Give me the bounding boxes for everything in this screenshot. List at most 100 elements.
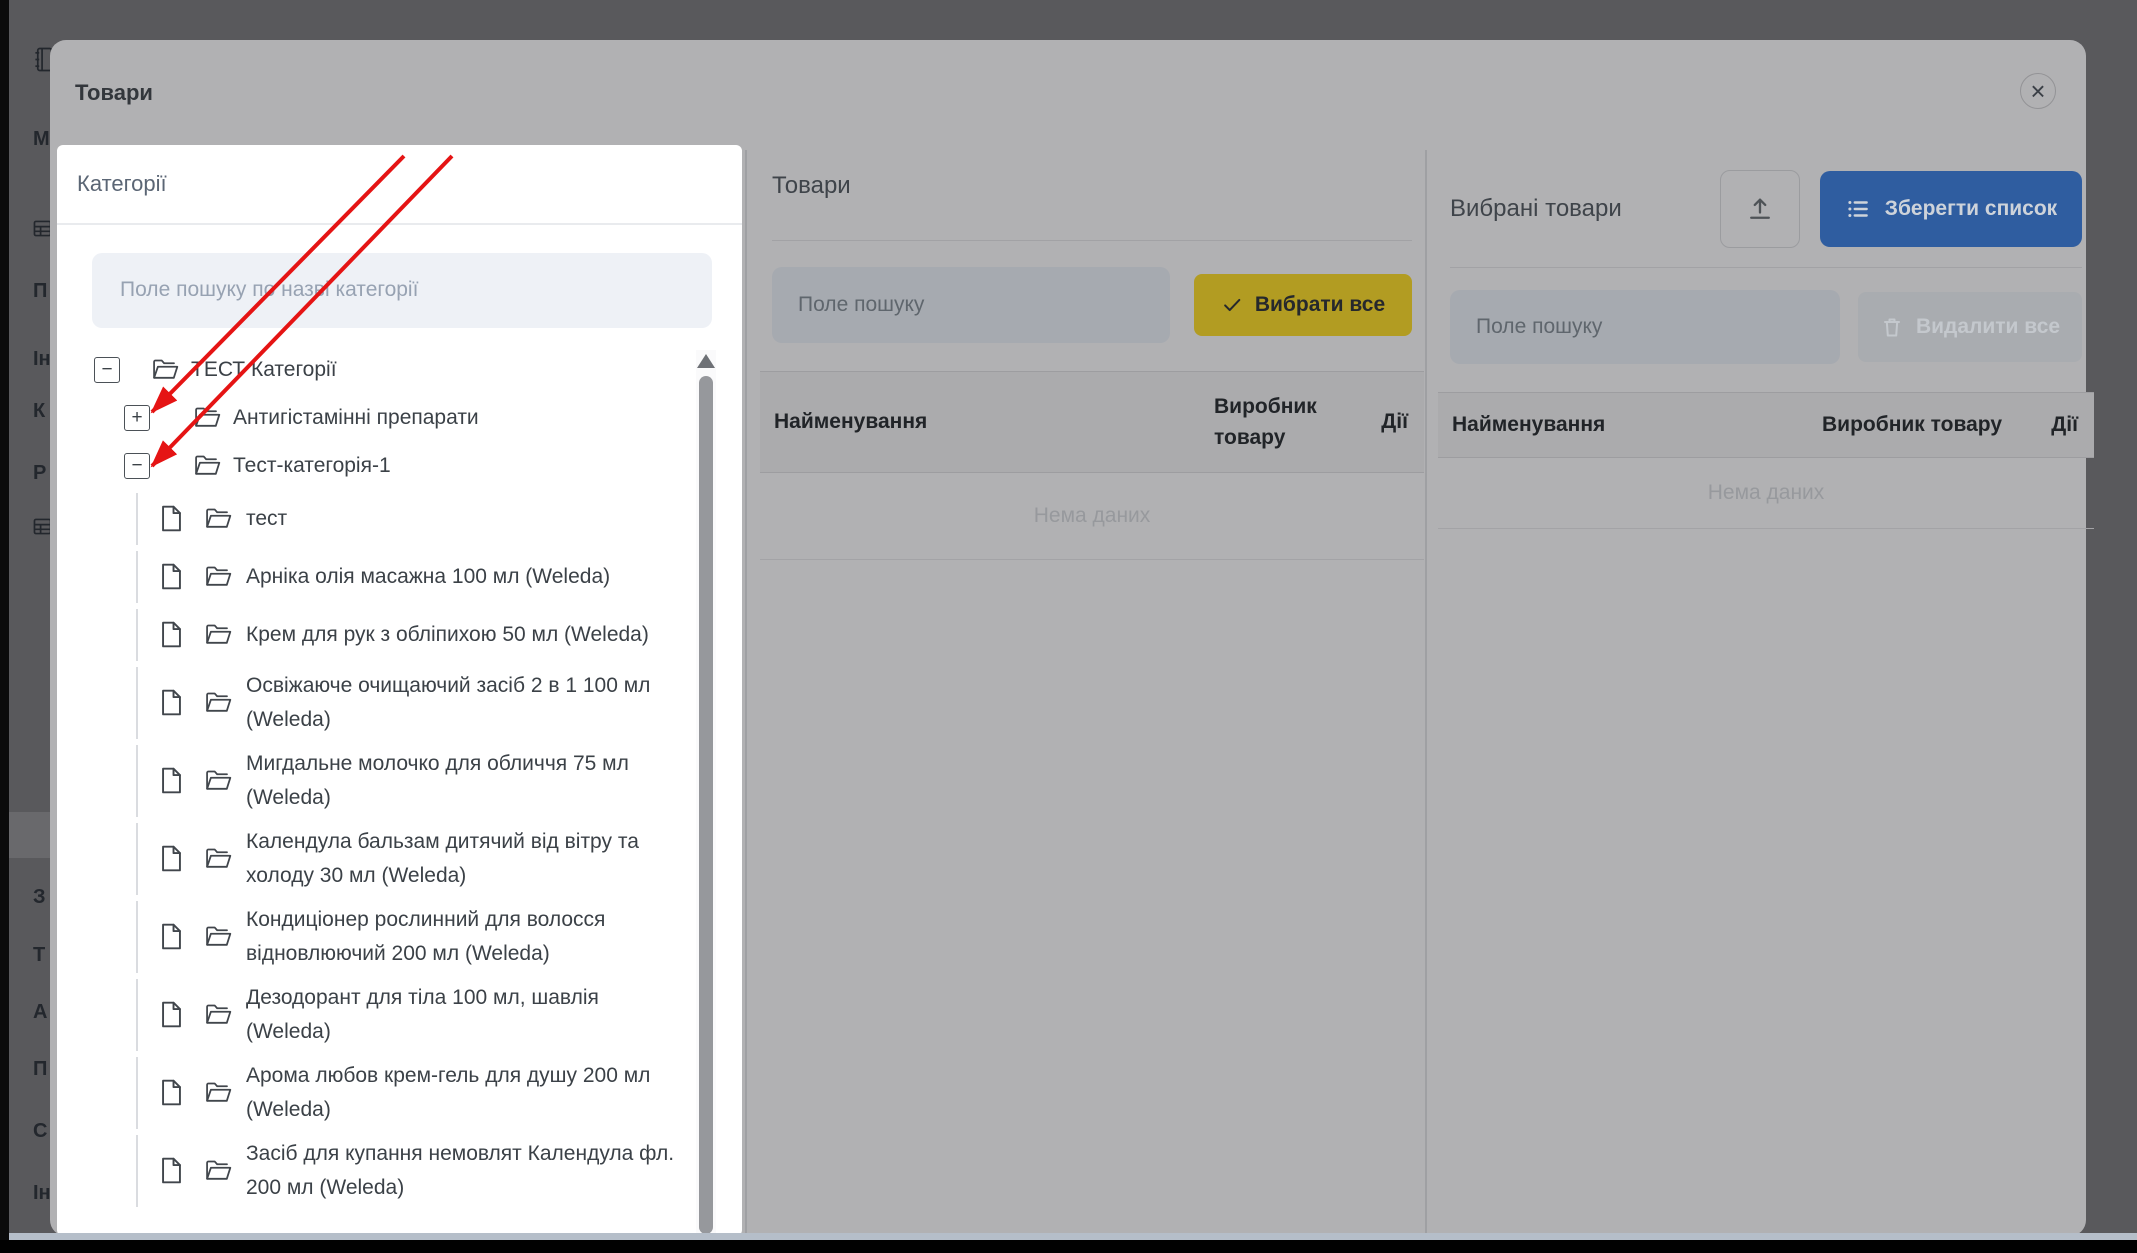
categories-panel: Категорії − ТЕСТ Категорії + Антигістамінні… [57,145,742,1236]
category-label: тест [246,502,287,536]
column-name: Найменування [760,410,1214,434]
backdrop-menu-item: П [33,1058,47,1081]
folder-open-icon [205,769,232,792]
category-tree-leaf[interactable]: Календула бальзам дитячий від вітру та х… [94,820,682,898]
column-manufacturer: Виробник товару [1214,391,1342,453]
column-manufacturer: Виробник товару [1822,413,2022,437]
select-all-button[interactable]: Вибрати все [1194,274,1412,336]
selected-table-header: Найменування Виробник товару Дії [1438,392,2094,458]
backdrop-menu-item: Ін [33,348,51,371]
category-tree-branch[interactable]: + Антигістамінні препарати [94,394,682,442]
backdrop-menu-item: Р [33,462,46,485]
divider [772,240,1412,241]
expand-icon[interactable]: + [124,405,150,431]
modal-title: Товари [75,80,153,106]
categories-title: Категорії [77,171,722,197]
products-search-input[interactable] [772,267,1170,343]
category-tree-leaf[interactable]: тест [94,490,682,548]
category-label: Антигістамінні препарати [233,406,479,430]
backdrop-menu-item: А [33,1001,47,1024]
category-tree-leaf[interactable]: Засіб для купання немовлят Календула фл.… [94,1132,682,1210]
categories-search-input[interactable] [92,253,712,328]
file-icon [160,505,183,532]
products-panel: Товари Вибрати все Найменування Виробник… [747,150,1425,1236]
save-list-label: Зберегти список [1885,197,2057,221]
file-icon [160,1079,183,1106]
category-label: ТЕСТ Категорії [191,358,337,382]
products-title: Товари [772,172,1412,200]
file-icon [160,621,183,648]
file-icon [160,563,183,590]
category-label: Кондиціонер рослинний для волосся віднов… [246,903,682,971]
close-icon: × [2030,78,2045,104]
category-tree-leaf[interactable]: Крем для рук з обліпихою 50 мл (Weleda) [94,606,682,664]
category-label: Освіжаюче очищаючий засіб 2 в 1 100 мл (… [246,669,682,737]
screen-edge [0,1240,2137,1253]
category-label: Крем для рук з обліпихою 50 мл (Weleda) [246,618,649,652]
delete-all-button: Видалити все [1858,292,2082,362]
backdrop-menu-item: П [33,280,47,303]
file-icon [160,845,183,872]
folder-open-icon [205,847,232,870]
folder-open-icon [152,358,179,381]
selected-table: Найменування Виробник товару Дії Нема да… [1438,392,2094,529]
trash-icon [1880,315,1904,339]
upload-icon [1746,195,1774,223]
selected-search [1450,290,1840,364]
products-empty-state: Нема даних [760,473,1424,560]
category-label: Засіб для купання немовлят Календула фл.… [246,1137,682,1205]
products-table: Найменування Виробник товару Дії Нема да… [760,371,1424,560]
app-bottom-edge [0,1233,2137,1240]
backdrop-menu-item: С [33,1120,47,1143]
file-icon [160,1157,183,1184]
category-tree-leaf[interactable]: Освіжаюче очищаючий засіб 2 в 1 100 мл (… [94,664,682,742]
select-all-label: Вибрати все [1255,293,1385,317]
check-icon [1221,294,1243,316]
category-tree-leaf[interactable]: Мигдальне молочко для обличчя 75 мл (Wel… [94,742,682,820]
folder-open-icon [205,925,232,948]
folder-open-icon [205,1003,232,1026]
column-actions: Дії [1342,410,1424,434]
products-table-header: Найменування Виробник товару Дії [760,371,1424,473]
scrollbar-thumb[interactable] [699,376,713,1234]
save-list-button[interactable]: Зберегти список [1820,171,2082,247]
close-button[interactable]: × [2020,73,2056,109]
divider [1450,267,2082,268]
products-search [772,267,1170,343]
folder-open-icon [194,454,221,477]
file-icon [160,689,183,716]
screen-edge [0,0,9,1253]
folder-open-icon [205,507,232,530]
delete-all-label: Видалити все [1916,315,2060,339]
category-label: Календула бальзам дитячий від вітру та х… [246,825,682,893]
category-label: Арніка олія масажна 100 мл (Weleda) [246,560,610,594]
export-button[interactable] [1720,170,1800,248]
category-tree-leaf[interactable]: Дезодорант для тіла 100 мл, шавлія (Wele… [94,976,682,1054]
category-label: Арома любов крем-гель для душу 200 мл (W… [246,1059,682,1127]
category-tree-leaf[interactable]: Кондиціонер рослинний для волосся віднов… [94,898,682,976]
collapse-icon[interactable]: − [124,453,150,479]
column-name: Найменування [1438,413,1822,437]
category-tree-branch[interactable]: − ТЕСТ Категорії [94,346,682,394]
folder-open-icon [205,1081,232,1104]
column-actions: Дії [2022,413,2094,437]
screen: МПІнКРЗТАПСІн Товари × Товари Вибрати вс… [0,0,2137,1253]
category-tree-leaf[interactable]: Арніка олія масажна 100 мл (Weleda) [94,548,682,606]
file-icon [160,767,183,794]
folder-open-icon [205,691,232,714]
selected-search-input[interactable] [1450,290,1840,364]
category-tree: − ТЕСТ Категорії + Антигістамінні препарати… [57,346,742,1210]
category-tree-branch[interactable]: −Тест-категорія-1 [94,442,682,490]
folder-open-icon [194,406,221,429]
scroll-up-icon[interactable] [697,354,715,368]
file-icon [160,1001,183,1028]
category-label: Мигдальне молочко для обличчя 75 мл (Wel… [246,747,682,815]
selected-empty-state: Нема даних [1438,458,2094,529]
divider [57,223,742,225]
backdrop-menu-item: М [33,128,50,151]
selected-products-panel: Вибрані товари Зберегти список [1427,150,2086,1236]
category-label: Дезодорант для тіла 100 мл, шавлія (Wele… [246,981,682,1049]
category-tree-leaf[interactable]: Арома любов крем-гель для душу 200 мл (W… [94,1054,682,1132]
folder-open-icon [205,623,232,646]
collapse-icon[interactable]: − [94,357,120,383]
